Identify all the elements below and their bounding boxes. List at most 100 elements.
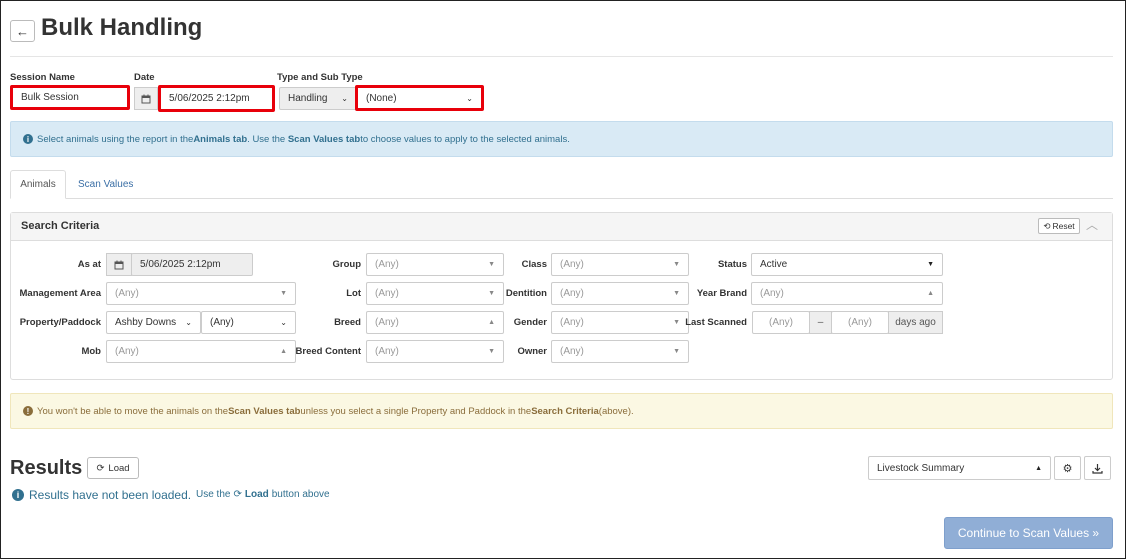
mob-select[interactable]: (Any) ▲ bbox=[106, 340, 296, 363]
class-select[interactable]: (Any) ▼ bbox=[551, 253, 689, 276]
group-select[interactable]: (Any) ▼ bbox=[366, 253, 504, 276]
owner-select[interactable]: (Any) ▼ bbox=[551, 340, 689, 363]
days-ago-addon: days ago bbox=[888, 311, 943, 334]
gender-value: (Any) bbox=[560, 317, 584, 328]
owner-value: (Any) bbox=[560, 346, 584, 357]
caret-down-icon: ▼ bbox=[280, 290, 287, 297]
load-label: Load bbox=[108, 462, 130, 474]
property-paddock-label: Property/Paddock bbox=[19, 317, 101, 328]
dentition-label: Dentition bbox=[505, 288, 547, 299]
date-input[interactable]: 5/06/2025 2:12pm bbox=[158, 85, 275, 112]
refresh-icon: ⟳ bbox=[233, 489, 242, 500]
last-scanned-to-input[interactable]: (Any) bbox=[831, 311, 889, 334]
paddock-select[interactable]: (Any) ⌄ bbox=[201, 311, 296, 334]
status-select[interactable]: Active ▼ bbox=[751, 253, 943, 276]
header-divider bbox=[10, 56, 1113, 57]
results-status: i Results have not been loaded. bbox=[12, 488, 191, 502]
caret-down-icon: ▼ bbox=[488, 348, 495, 355]
caret-down-icon: ▼ bbox=[673, 261, 680, 268]
results-title: Results bbox=[10, 457, 83, 479]
session-name-value: Bulk Session bbox=[21, 92, 79, 103]
breed-content-select[interactable]: (Any) ▼ bbox=[366, 340, 504, 363]
management-area-select[interactable]: (Any) ▼ bbox=[106, 282, 296, 305]
class-label: Class bbox=[521, 259, 547, 270]
report-select[interactable]: Livestock Summary ▲ bbox=[868, 456, 1051, 480]
hint-text: button above bbox=[271, 489, 330, 500]
info-icon: i bbox=[12, 489, 24, 501]
status-value: Active bbox=[760, 259, 788, 270]
warning-alert: ! You won't be able to move the animals … bbox=[10, 393, 1113, 429]
caret-up-icon: ▲ bbox=[1035, 464, 1042, 472]
exclamation-icon: ! bbox=[23, 406, 33, 416]
session-name-label: Session Name bbox=[10, 72, 75, 83]
calendar-icon[interactable] bbox=[106, 253, 132, 276]
info-text: Select animals using the report in the bbox=[37, 133, 194, 145]
caret-down-icon: ▼ bbox=[673, 319, 680, 326]
lot-label: Lot bbox=[346, 288, 361, 299]
download-button[interactable] bbox=[1084, 456, 1111, 480]
info-text: . Use the bbox=[247, 133, 286, 145]
reset-label: Reset bbox=[1052, 221, 1075, 231]
type-label: Type and Sub Type bbox=[277, 72, 363, 83]
owner-label: Owner bbox=[517, 346, 547, 357]
continue-to-scan-values-button[interactable]: Continue to Scan Values » bbox=[944, 517, 1113, 549]
caret-up-icon: ▲ bbox=[280, 348, 287, 355]
last-scanned-from-input[interactable]: (Any) bbox=[752, 311, 810, 334]
chevron-down-icon: ⌄ bbox=[341, 94, 348, 103]
tab-animals[interactable]: Animals bbox=[10, 170, 66, 199]
breed-content-value: (Any) bbox=[375, 346, 399, 357]
lot-select[interactable]: (Any) ▼ bbox=[366, 282, 504, 305]
paddock-value: (Any) bbox=[210, 317, 234, 328]
info-text: to choose values to apply to the selecte… bbox=[360, 133, 570, 145]
caret-up-icon: ▲ bbox=[927, 290, 934, 297]
date-label: Date bbox=[134, 72, 155, 83]
date-value: 5/06/2025 2:12pm bbox=[169, 93, 250, 104]
warning-scan-values-tab: Scan Values tab bbox=[228, 405, 301, 417]
caret-down-icon: ▼ bbox=[488, 261, 495, 268]
subtype-select[interactable]: (None) ⌄ bbox=[355, 85, 484, 111]
info-alert: i Select animals using the report in the… bbox=[10, 121, 1113, 157]
page-title: Bulk Handling bbox=[41, 14, 203, 41]
management-area-label: Management Area bbox=[19, 288, 101, 299]
caret-down-icon: ▼ bbox=[673, 348, 680, 355]
year-brand-select[interactable]: (Any) ▲ bbox=[751, 282, 943, 305]
breed-label: Breed bbox=[334, 317, 361, 328]
session-name-input[interactable]: Bulk Session bbox=[10, 85, 130, 110]
subtype-value: (None) bbox=[366, 92, 397, 104]
as-at-label: As at bbox=[77, 259, 101, 270]
property-select[interactable]: Ashby Downs ⌄ bbox=[106, 311, 201, 334]
caret-up-icon: ▲ bbox=[488, 319, 495, 326]
settings-button[interactable]: ⚙ bbox=[1054, 456, 1081, 480]
chevron-down-icon: ⌄ bbox=[466, 93, 473, 103]
chevron-down-icon: ⌄ bbox=[280, 318, 287, 327]
lot-value: (Any) bbox=[375, 288, 399, 299]
mob-value: (Any) bbox=[115, 346, 139, 357]
dentition-value: (Any) bbox=[560, 288, 584, 299]
back-button[interactable]: ← bbox=[10, 20, 35, 42]
gender-select[interactable]: (Any) ▼ bbox=[551, 311, 689, 334]
as-at-input[interactable]: 5/06/2025 2:12pm bbox=[131, 253, 253, 276]
group-label: Group bbox=[332, 259, 362, 270]
results-hint: Use the ⟳ Load button above bbox=[196, 489, 330, 500]
year-brand-value: (Any) bbox=[760, 288, 784, 299]
tab-scan-values[interactable]: Scan Values bbox=[66, 170, 145, 199]
load-button[interactable]: ⟳ Load bbox=[87, 457, 139, 479]
search-criteria-title: Search Criteria bbox=[21, 220, 100, 232]
calendar-icon[interactable] bbox=[134, 87, 158, 110]
as-at-value: 5/06/2025 2:12pm bbox=[140, 259, 221, 270]
info-scan-values-tab: Scan Values tab bbox=[287, 133, 361, 145]
group-value: (Any) bbox=[375, 259, 399, 270]
dentition-select[interactable]: (Any) ▼ bbox=[551, 282, 689, 305]
breed-select[interactable]: (Any) ▲ bbox=[366, 311, 504, 334]
chevron-up-icon[interactable]: ︿ bbox=[1086, 216, 1098, 233]
chevron-down-icon: ⌄ bbox=[185, 318, 192, 327]
refresh-icon: ⟳ bbox=[96, 462, 105, 474]
year-brand-label: Year Brand bbox=[696, 288, 747, 299]
status-label: Status bbox=[717, 259, 747, 270]
warning-text: unless you select a single Property and … bbox=[300, 405, 532, 417]
type-select[interactable]: Handling ⌄ bbox=[279, 87, 357, 110]
gear-icon: ⚙ bbox=[1062, 462, 1073, 475]
reset-button[interactable]: ⟲ Reset bbox=[1038, 218, 1080, 234]
breed-content-label: Breed Content bbox=[295, 346, 361, 357]
warning-text: (above). bbox=[598, 405, 634, 417]
